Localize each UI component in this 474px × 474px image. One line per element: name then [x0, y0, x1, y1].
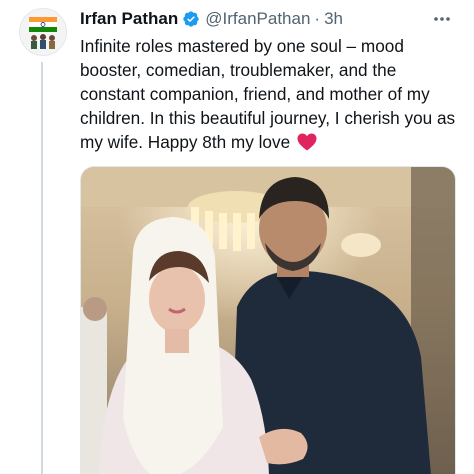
- tweet-text: Infinite roles mastered by one soul – mo…: [80, 34, 462, 154]
- avatar[interactable]: [19, 8, 67, 56]
- timestamp[interactable]: 3h: [324, 9, 343, 29]
- author-name[interactable]: Irfan Pathan: [80, 9, 178, 29]
- thread-line: [41, 62, 43, 474]
- separator-dot: ·: [314, 9, 321, 28]
- tweet-header: Irfan Pathan @IrfanPathan · 3h: [80, 8, 343, 30]
- red-heart-emoji: [297, 133, 317, 151]
- more-options-icon[interactable]: [432, 10, 452, 28]
- verified-badge-icon: [182, 10, 200, 28]
- author-handle[interactable]: @IrfanPathan: [205, 9, 310, 29]
- avatar-image: [20, 9, 66, 55]
- tweet-photo[interactable]: [80, 166, 456, 474]
- tweet[interactable]: Irfan Pathan @IrfanPathan · 3h Infinite …: [0, 0, 474, 474]
- tweet-text-body: Infinite roles mastered by one soul – mo…: [80, 36, 456, 152]
- couple-photo-image: [81, 167, 455, 474]
